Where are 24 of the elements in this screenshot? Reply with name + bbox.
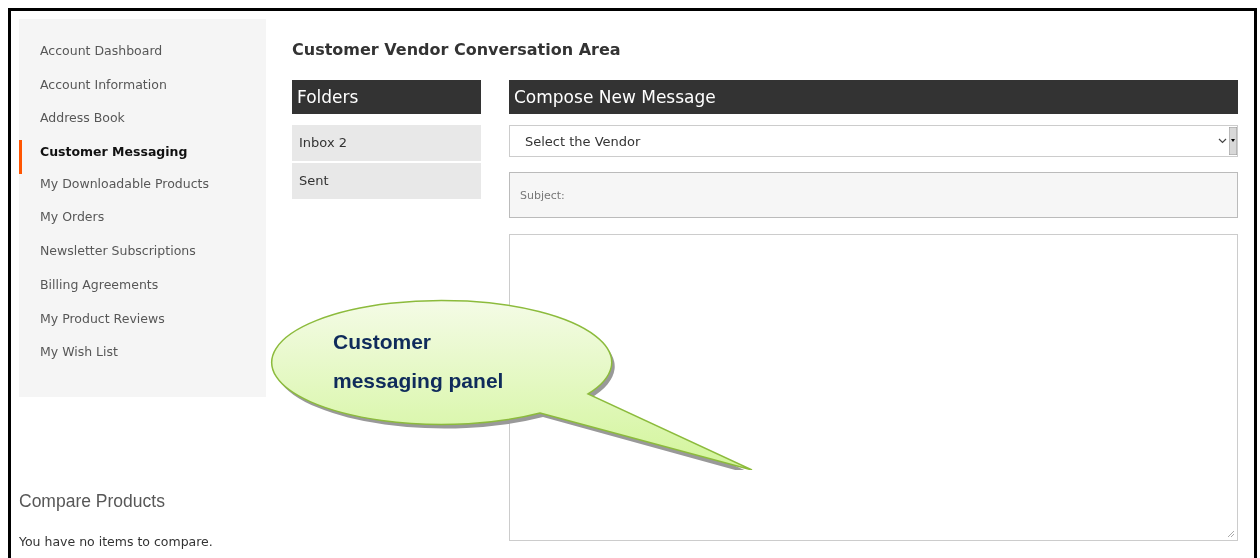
sidebar-item[interactable]: My Product Reviews: [19, 308, 266, 343]
sidebar-item[interactable]: Address Book: [19, 108, 266, 143]
folders-header: Folders: [292, 80, 481, 114]
sidebar-item[interactable]: Account Information: [19, 74, 266, 109]
dropdown-arrow-icon: [1229, 127, 1237, 155]
resize-grip-icon: [1227, 530, 1235, 538]
page-title: Customer Vendor Conversation Area: [292, 39, 622, 61]
compare-title: Compare Products: [19, 490, 166, 512]
compare-message: You have no items to compare.: [19, 533, 214, 549]
sidebar-item[interactable]: Newsletter Subscriptions: [19, 241, 266, 275]
sidebar-item[interactable]: Account Dashboard: [19, 41, 266, 75]
vendor-select[interactable]: Select the Vendor: [509, 125, 1238, 157]
sidebar-item[interactable]: Billing Agreements: [19, 274, 266, 309]
compose-header: Compose New Message: [509, 80, 1238, 114]
folder-item[interactable]: Sent: [292, 163, 481, 199]
folder-item[interactable]: Inbox 2: [292, 125, 481, 161]
sidebar-item[interactable]: My Downloadable Products: [19, 173, 266, 208]
message-field[interactable]: [509, 234, 1238, 541]
callout-text: Customer messaging panel: [333, 329, 505, 394]
sidebar-item[interactable]: Customer Messaging: [19, 140, 266, 174]
sidebar-item[interactable]: My Wish List: [19, 342, 266, 376]
subject-field[interactable]: Subject:: [509, 172, 1238, 218]
chevron-down-icon: [1218, 138, 1227, 144]
sidebar-item[interactable]: My Orders: [19, 207, 266, 242]
